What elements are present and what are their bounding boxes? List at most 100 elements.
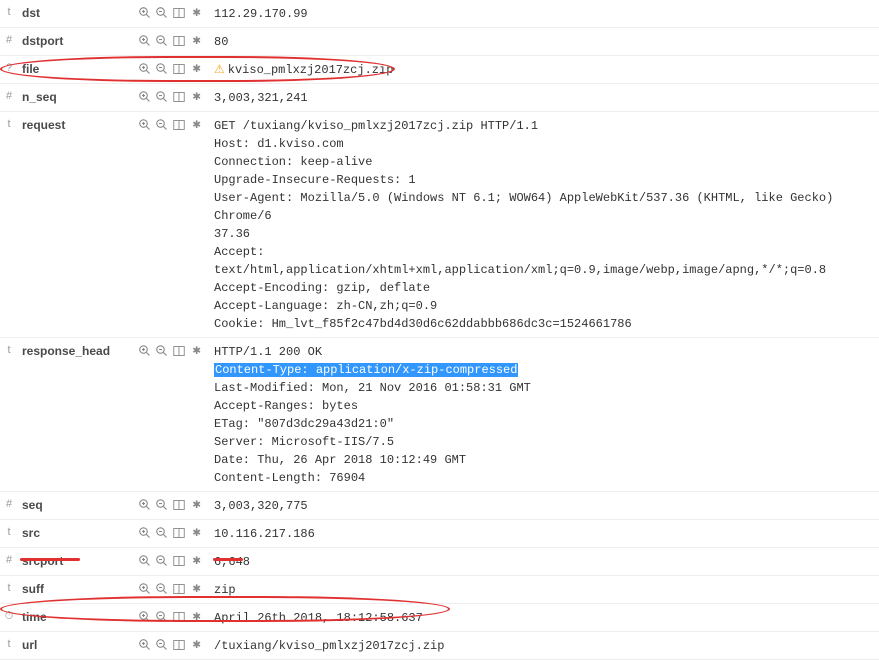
svg-text:✱: ✱ [192,91,201,103]
exists-icon[interactable]: ✱ [189,582,203,596]
exists-icon[interactable]: ✱ [189,62,203,76]
field-name: src [18,524,138,540]
field-name: n_seq [18,88,138,104]
columns-icon[interactable] [172,34,186,48]
svg-text:✱: ✱ [192,119,201,131]
value-text: 80 [214,35,228,49]
warning-icon: ⚠ [214,61,225,79]
field-row-srcport: #srcport✱6,648 [0,548,879,576]
field-value: HTTP/1.1 200 OK Content-Type: applicatio… [208,342,879,487]
field-value: 3,003,320,775 [208,496,879,515]
zoom-out-icon[interactable] [155,6,169,20]
field-type-icon: # [0,88,18,102]
value-text: 10.116.217.186 [214,527,315,541]
columns-icon[interactable] [172,118,186,132]
field-row-request: trequest✱GET /tuxiang/kviso_pmlxzj2017zc… [0,112,879,338]
value-text: kviso_pmlxzj2017zcj.zip [228,63,394,77]
zoom-in-icon[interactable] [138,554,152,568]
zoom-in-icon[interactable] [138,610,152,624]
field-value: 112.29.170.99 [208,4,879,23]
exists-icon[interactable]: ✱ [189,34,203,48]
zoom-out-icon[interactable] [155,582,169,596]
field-name: dstport [18,32,138,48]
zoom-in-icon[interactable] [138,34,152,48]
zoom-out-icon[interactable] [155,344,169,358]
columns-icon[interactable] [172,526,186,540]
zoom-out-icon[interactable] [155,554,169,568]
exists-icon[interactable]: ✱ [189,498,203,512]
field-name: srcport [18,552,138,568]
field-row-time: ⏱time ✱ April 26th 2018, 18:12:58.637 [0,604,879,632]
columns-icon[interactable] [172,90,186,104]
zoom-in-icon[interactable] [138,90,152,104]
field-actions: ✱ [138,88,208,104]
zoom-in-icon[interactable] [138,582,152,596]
field-actions: ✱ [138,580,208,596]
field-actions: ✱ [138,524,208,540]
value-text: Last-Modified: Mon, 21 Nov 2016 01:58:31… [214,381,531,485]
zoom-in-icon[interactable] [138,498,152,512]
svg-text:✱: ✱ [192,555,201,567]
exists-icon[interactable]: ✱ [189,554,203,568]
field-name: seq [18,496,138,512]
value-text: 6,648 [214,555,250,569]
zoom-in-icon[interactable] [138,344,152,358]
field-type-icon: t [0,4,18,18]
columns-icon[interactable] [172,582,186,596]
zoom-out-icon[interactable] [155,34,169,48]
zoom-in-icon[interactable] [138,118,152,132]
field-value: April 26th 2018, 18:12:58.637 [208,608,879,627]
field-row-seq: #seq✱3,003,320,775 [0,492,879,520]
exists-icon[interactable]: ✱ [189,344,203,358]
value-text: GET /tuxiang/kviso_pmlxzj2017zcj.zip HTT… [214,119,841,331]
columns-icon[interactable] [172,638,186,652]
value-text: 3,003,321,241 [214,91,308,105]
zoom-out-icon[interactable] [155,610,169,624]
exists-icon[interactable]: ✱ [189,118,203,132]
field-name: suff [18,580,138,596]
columns-icon[interactable] [172,344,186,358]
zoom-out-icon[interactable] [155,498,169,512]
svg-text:✱: ✱ [192,63,201,75]
field-row-file: ?file✱⚠kviso_pmlxzj2017zcj.zip [0,56,879,84]
zoom-in-icon[interactable] [138,526,152,540]
field-value: 10.116.217.186 [208,524,879,543]
columns-icon[interactable] [172,62,186,76]
columns-icon[interactable] [172,6,186,20]
zoom-in-icon[interactable] [138,62,152,76]
field-row-dst: tdst✱112.29.170.99 [0,0,879,28]
field-actions: ✱ [138,342,208,358]
field-type-icon: ? [0,60,18,74]
zoom-in-icon[interactable] [138,6,152,20]
field-type-icon: ⏱ [0,608,18,623]
svg-text:✱: ✱ [192,7,201,19]
field-row-response-head: tresponse_head✱HTTP/1.1 200 OK Content-T… [0,338,879,492]
svg-text:✱: ✱ [192,527,201,539]
zoom-in-icon[interactable] [138,638,152,652]
field-actions: ✱ [138,608,208,624]
zoom-out-icon[interactable] [155,638,169,652]
field-value: 80 [208,32,879,51]
field-name: request [18,116,138,132]
value-text: 3,003,320,775 [214,499,308,513]
exists-icon[interactable]: ✱ [189,90,203,104]
exists-icon[interactable]: ✱ [189,638,203,652]
field-row-dstport: #dstport✱80 [0,28,879,56]
columns-icon[interactable] [172,610,186,624]
columns-icon[interactable] [172,498,186,512]
field-name: url [18,636,138,652]
highlighted-text: Content-Type: application/x-zip-compress… [214,363,518,377]
exists-icon[interactable]: ✱ [189,6,203,20]
svg-text:✱: ✱ [192,611,201,623]
zoom-out-icon[interactable] [155,62,169,76]
exists-icon[interactable]: ✱ [189,526,203,540]
zoom-out-icon[interactable] [155,118,169,132]
zoom-out-icon[interactable] [155,90,169,104]
field-actions: ✱ [138,116,208,132]
exists-icon[interactable]: ✱ [189,610,203,624]
field-name: time [18,608,138,624]
svg-text:✱: ✱ [192,345,201,357]
svg-text:✱: ✱ [192,35,201,47]
columns-icon[interactable] [172,554,186,568]
zoom-out-icon[interactable] [155,526,169,540]
